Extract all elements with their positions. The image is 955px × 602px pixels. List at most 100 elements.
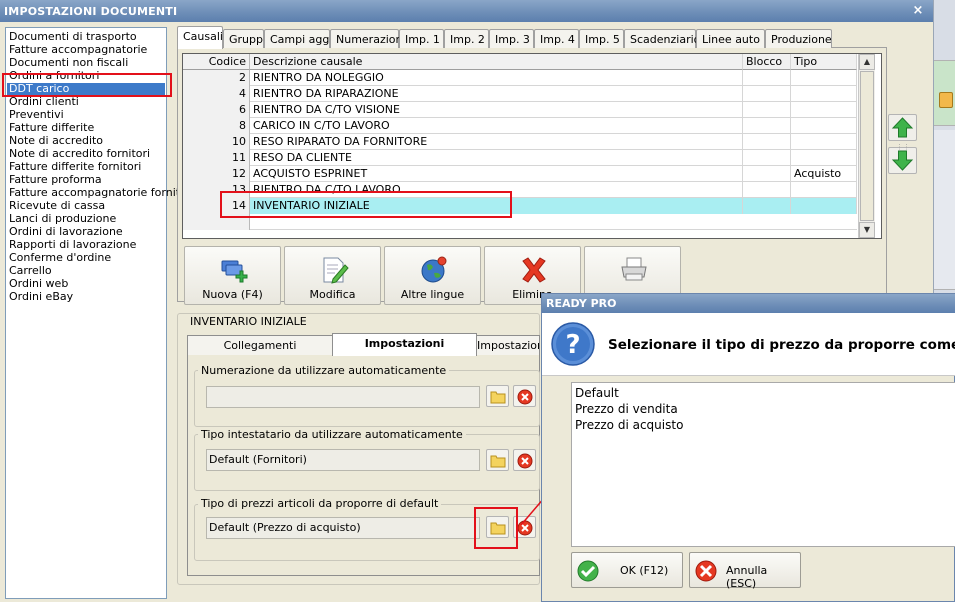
tab-9[interactable]: Scadenziario	[624, 29, 700, 48]
tab-10[interactable]: Linee auto	[696, 29, 765, 48]
header-code[interactable]: Codice	[183, 54, 250, 70]
document-type-item[interactable]: Ordini eBay	[9, 291, 73, 304]
dialog-question: Selezionare il tipo di prezzo da proporr…	[608, 337, 955, 353]
cell-desc: ACQUISTO ESPRINET	[250, 166, 743, 182]
cell-code: 12	[183, 166, 250, 182]
cell-block	[743, 118, 791, 134]
clear-x-icon	[517, 453, 533, 469]
grip-icon: ⋮⋮	[896, 143, 910, 151]
cell-code: 4	[183, 86, 250, 102]
holder-type-field[interactable]: Default (Fornitori)	[206, 449, 480, 471]
printer-icon	[621, 257, 647, 281]
tab-0[interactable]: Causali	[177, 26, 223, 49]
table-row[interactable]: 11 RESO DA CLIENTE	[183, 150, 857, 166]
scroll-up-icon[interactable]: ▲	[859, 54, 875, 70]
price-type-label: Tipo di prezzi articoli da proporre di d…	[198, 497, 442, 510]
tab-4[interactable]: Imp. 1	[399, 29, 444, 48]
other-languages-button[interactable]: Altre lingue	[384, 246, 481, 305]
numbering-browse-button[interactable]	[486, 385, 509, 407]
ok-button[interactable]: OK (F12)	[571, 552, 683, 588]
check-icon	[577, 560, 599, 582]
tab-7[interactable]: Imp. 4	[534, 29, 579, 48]
cell-block	[743, 86, 791, 102]
new-button[interactable]: Nuova (F4)	[184, 246, 281, 305]
cell-code: 14	[183, 198, 250, 214]
edit-label: Modifica	[309, 288, 356, 301]
scrollbar-thumb[interactable]	[860, 71, 874, 221]
edit-button[interactable]: Modifica	[284, 246, 381, 305]
background-panel-2	[934, 130, 955, 290]
cell-desc: RESO DA CLIENTE	[250, 150, 743, 166]
numbering-field[interactable]	[206, 386, 480, 408]
table-header: Codice Descrizione causale Blocco Tipo	[183, 54, 857, 70]
tab-2[interactable]: Campi agg.	[264, 29, 333, 48]
price-option[interactable]: Prezzo di vendita	[575, 402, 678, 416]
cell-code	[183, 214, 250, 230]
tab-1[interactable]: Gruppi	[223, 29, 266, 48]
cancel-button[interactable]: Annulla (ESC)	[689, 552, 801, 590]
move-down-button[interactable]	[888, 147, 917, 174]
cell-code: 8	[183, 118, 250, 134]
table-row[interactable]: 2 RIENTRO DA NOLEGGIO	[183, 70, 857, 86]
cell-type	[791, 182, 857, 198]
cell-type	[791, 150, 857, 166]
cell-type: Acquisto	[791, 166, 857, 182]
subtab-settings[interactable]: Impostazioni	[332, 333, 477, 356]
tab-3[interactable]: Numerazioni	[330, 29, 406, 48]
new-record-icon	[221, 260, 248, 283]
document-type-list[interactable]: Documenti di trasporto Fatture accompagna…	[5, 27, 194, 599]
move-up-button[interactable]	[888, 114, 917, 141]
table-row[interactable]: 6 RIENTRO DA C/TO VISIONE	[183, 102, 857, 118]
table-row-empty	[183, 214, 857, 230]
cell-desc: RESO RIPARATO DA FORNITORE	[250, 134, 743, 150]
delete-x-icon	[522, 257, 546, 283]
header-block[interactable]: Blocco	[743, 54, 791, 70]
cell-code: 13	[183, 182, 250, 198]
folder-icon	[490, 391, 506, 404]
causali-table[interactable]: Codice Descrizione causale Blocco Tipo 2…	[182, 53, 882, 239]
price-type-browse-button[interactable]	[486, 516, 509, 538]
subtab-more-settings[interactable]: Impostazioni	[476, 335, 540, 355]
table-row[interactable]: 8 CARICO IN C/TO LAVORO	[183, 118, 857, 134]
price-type-field[interactable]: Default (Prezzo di acquisto)	[206, 517, 480, 539]
cell-desc: INVENTARIO INIZIALE	[250, 198, 743, 214]
cell-block	[743, 166, 791, 182]
tab-6[interactable]: Imp. 3	[489, 29, 534, 48]
scroll-down-icon[interactable]: ▼	[859, 222, 875, 238]
tab-8[interactable]: Imp. 5	[579, 29, 624, 48]
close-icon[interactable]: ×	[911, 4, 925, 18]
cell-block	[743, 134, 791, 150]
header-description[interactable]: Descrizione causale	[250, 54, 743, 70]
cell-type	[791, 70, 857, 86]
cell-code: 11	[183, 150, 250, 166]
tab-11[interactable]: Produzione	[765, 29, 832, 48]
tab-5[interactable]: Imp. 2	[444, 29, 489, 48]
cancel-label: Annulla (ESC)	[726, 564, 768, 590]
holder-type-browse-button[interactable]	[486, 449, 509, 471]
table-row[interactable]: 14 INVENTARIO INIZIALE	[183, 198, 857, 214]
price-type-clear-button[interactable]	[513, 516, 536, 538]
table-row[interactable]: 12 ACQUISTO ESPRINET Acquisto	[183, 166, 857, 182]
price-type-options[interactable]: Default Prezzo di vendita Prezzo di acquis…	[571, 382, 955, 547]
table-scrollbar[interactable]: ▲ ▼	[858, 54, 875, 238]
cell-desc: CARICO IN C/TO LAVORO	[250, 118, 743, 134]
table-row[interactable]: 13 RIENTRO DA C/TO LAVORO	[183, 182, 857, 198]
holder-type-clear-button[interactable]	[513, 449, 536, 471]
cell-desc: RIENTRO DA RIPARAZIONE	[250, 86, 743, 102]
dialog-title: READY PRO	[542, 294, 955, 313]
price-option[interactable]: Prezzo di acquisto	[575, 418, 683, 432]
cell-code: 10	[183, 134, 250, 150]
cell-desc: RIENTRO DA C/TO LAVORO	[250, 182, 743, 198]
subtab-links[interactable]: Collegamenti	[187, 335, 333, 355]
table-row[interactable]: 4 RIENTRO DA RIPARAZIONE	[183, 86, 857, 102]
price-option[interactable]: Default	[575, 386, 619, 400]
cell-block	[743, 102, 791, 118]
window-title: IMPOSTAZIONI DOCUMENTI	[0, 0, 933, 22]
header-type[interactable]: Tipo	[791, 54, 857, 70]
arrow-up-icon	[891, 117, 914, 138]
numbering-clear-button[interactable]	[513, 385, 536, 407]
folder-icon	[490, 522, 506, 535]
cell-code: 2	[183, 70, 250, 86]
table-row[interactable]: 10 RESO RIPARATO DA FORNITORE	[183, 134, 857, 150]
price-type-dialog: READY PRO ? Selezionare il tipo di prezz…	[541, 293, 955, 602]
